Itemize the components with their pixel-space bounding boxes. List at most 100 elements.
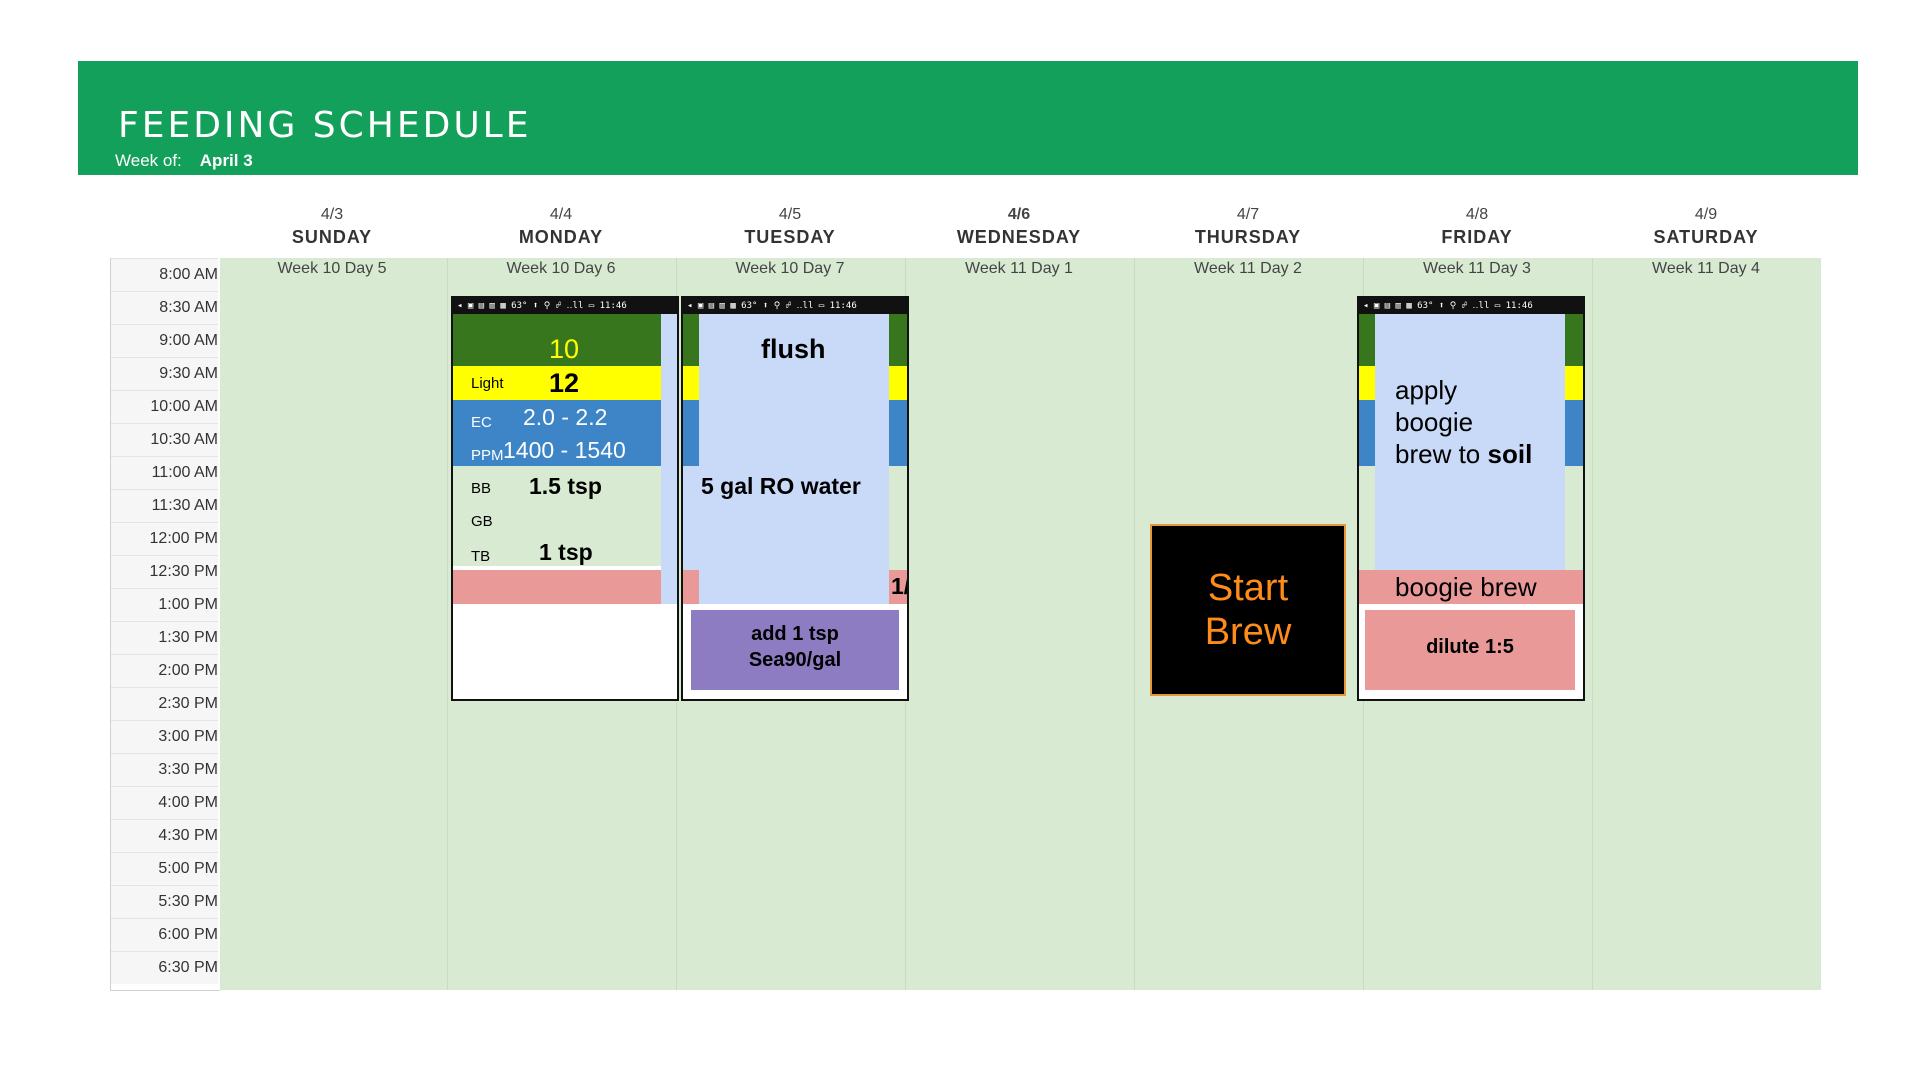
edge-blue-right [1565,400,1583,466]
apply-line1: apply [1395,375,1458,405]
pink-band [453,570,661,604]
tb-label: TB [471,548,491,565]
day-header-thursday: 4/7 THURSDAY [1134,205,1362,249]
day-name: SATURDAY [1653,227,1759,247]
time-slot: 11:30 AM [111,489,218,522]
header-banner: FEEDING SCHEDULE Week of: April 3 [78,61,1858,175]
time-slot: 6:00 PM [111,918,218,951]
time-slot: 11:00 AM [111,456,218,489]
day-name: MONDAY [518,227,604,247]
tuesday-event-card[interactable]: ◂ ▣ ▤ ▥ ▦ 63° ⬆ ⚲ ☍ ‥ll ▭ 11:46 1/ flush… [681,296,909,701]
time-slot: 3:00 PM [111,720,218,753]
monday-event-card[interactable]: ◂ ▣ ▤ ▥ ▦ 63° ⬆ ⚲ ☍ ‥ll ▭ 11:46 10 Light… [451,296,679,701]
day-header-monday: 4/4 MONDAY [447,205,675,249]
edge-blue-right [889,400,907,466]
phone-status-bar: ◂ ▣ ▤ ▥ ▦ 63° ⬆ ⚲ ☍ ‥ll ▭ 11:46 [453,298,677,314]
time-slot: 6:30 PM [111,951,218,984]
week-day-label: Week 10 Day 7 [735,260,845,277]
apply-line2: boogie [1395,407,1474,437]
week-of-label: Week of: [115,151,182,170]
light-value: 12 [549,368,580,398]
time-slot: 9:00 AM [111,324,218,357]
start-brew-card[interactable]: Start Brew [1150,524,1346,696]
edge-green-right [1565,314,1583,366]
start-brew-line2: Brew [1204,611,1292,653]
edge-yellow [683,366,699,400]
flush-water: 5 gal RO water [701,473,861,499]
day-date: 4/8 [1465,206,1489,223]
time-slot: 9:30 AM [111,357,218,390]
bb-value: 1.5 tsp [529,473,602,499]
time-slot: 5:30 PM [111,885,218,918]
week-of-value: April 3 [199,151,253,170]
time-slot: 10:00 AM [111,390,218,423]
time-slot: 10:30 AM [111,423,218,456]
time-column: 8:00 AM 8:30 AM 9:00 AM 9:30 AM 10:00 AM… [110,258,220,991]
day-date: 4/5 [778,206,802,223]
time-slot: 8:30 AM [111,291,218,324]
sea90-line2: Sea90/gal [748,649,842,671]
edge-yellow-right [1565,366,1583,400]
time-slot: 5:00 PM [111,852,218,885]
friday-event-card[interactable]: ◂ ▣ ▤ ▥ ▦ 63° ⬆ ⚲ ☍ ‥ll ▭ 11:46 apply bo… [1357,296,1585,701]
day-name: SUNDAY [291,227,373,247]
day-name: TUESDAY [744,227,836,247]
day-header-tuesday: 4/5 TUESDAY [676,205,904,249]
edge-pink [683,570,699,604]
tb-value: 1 tsp [539,539,593,565]
ppm-label: PPM [471,447,504,464]
time-slot: 2:00 PM [111,654,218,687]
flush-title: flush [761,334,826,364]
time-slot: 1:30 PM [111,621,218,654]
start-brew-line1: Start [1207,567,1289,609]
bb-label: BB [471,480,492,497]
column-divider [447,258,448,990]
week-day-label: Week 10 Day 6 [506,260,616,277]
day-header-saturday: 4/9 SATURDAY [1592,205,1820,249]
day-date: 4/4 [549,206,573,223]
day-name: THURSDAY [1194,227,1302,247]
light-label: Light [471,375,504,392]
apply-line3-bold: soil [1487,439,1533,469]
day-date: 4/7 [1236,206,1260,223]
sea90-line1: add 1 tsp [751,623,839,645]
day-date: 4/6 [1007,206,1031,223]
edge-blue [1359,400,1375,466]
column-divider [1134,258,1135,990]
time-slot: 1:00 PM [111,588,218,621]
edge-yellow [1359,366,1375,400]
time-slot: 2:30 PM [111,687,218,720]
column-divider [1592,258,1593,990]
edge-lightgreen [1359,466,1375,570]
edge-lightgreen-right [889,466,907,570]
edge-yellow-right [889,366,907,400]
week-day-label: Week 11 Day 4 [1652,260,1760,277]
day-header-sunday: 4/3 SUNDAY [218,205,446,249]
gb-label: GB [471,513,493,530]
apply-line3: brew to soil [1395,439,1532,470]
boogie-brew-label: boogie brew [1395,572,1537,602]
day-number: 10 [549,334,580,364]
week-day-label: Week 11 Day 3 [1423,260,1531,277]
page-title: FEEDING SCHEDULE [118,105,532,146]
week-day-label: Week 11 Day 1 [965,260,1073,277]
edge-strip [661,314,677,604]
time-slot: 12:30 PM [111,555,218,588]
edge-green [1359,314,1375,366]
week-of: Week of: April 3 [115,151,253,171]
ec-label: EC [471,414,492,431]
time-slot: 8:00 AM [111,258,218,291]
week-day-label: Week 11 Day 2 [1194,260,1302,277]
day-date: 4/9 [1694,206,1718,223]
day-header-friday: 4/8 FRIDAY [1363,205,1591,249]
day-name: WEDNESDAY [956,227,1082,247]
week-day-label: Week 10 Day 5 [277,260,387,277]
phone-status-bar: ◂ ▣ ▤ ▥ ▦ 63° ⬆ ⚲ ☍ ‥ll ▭ 11:46 [1359,298,1583,314]
day-date: 4/3 [320,206,344,223]
apply-line3-prefix: brew to [1395,439,1488,469]
day-header-wednesday: 4/6 WEDNESDAY [905,205,1133,249]
dilute-text: dilute 1:5 [1426,636,1514,658]
time-slot: 3:30 PM [111,753,218,786]
time-slot: 12:00 PM [111,522,218,555]
time-slot: 4:00 PM [111,786,218,819]
